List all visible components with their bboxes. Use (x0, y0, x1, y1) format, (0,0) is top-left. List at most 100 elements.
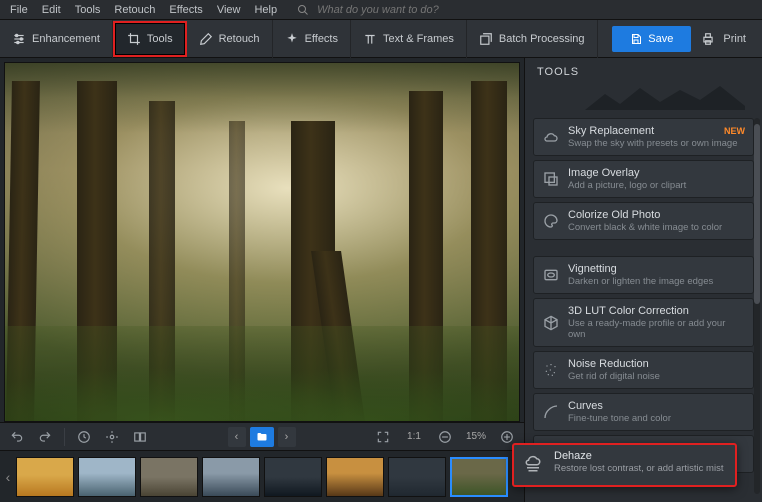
tab-batch[interactable]: Batch Processing (467, 20, 598, 58)
tool-3d-lut[interactable]: 3D LUT Color Correction Use a ready-made… (533, 298, 754, 347)
new-badge: NEW (724, 126, 745, 136)
tool-label: Image Overlay (568, 167, 745, 179)
palette-icon (542, 212, 560, 230)
sliders-icon (12, 32, 26, 46)
tab-tools-label: Tools (147, 33, 173, 45)
compare-button[interactable] (129, 426, 151, 448)
menu-bar: File Edit Tools Retouch Effects View Hel… (0, 0, 762, 20)
filmstrip-prev[interactable]: ‹ (4, 469, 12, 485)
batch-icon (479, 32, 493, 46)
thumbnail[interactable] (202, 457, 260, 497)
tool-desc: Swap the sky with presets or own image (568, 138, 745, 149)
tool-desc: Darken or lighten the image edges (568, 276, 745, 287)
fit-screen-button[interactable] (372, 426, 394, 448)
menu-file[interactable]: File (4, 2, 34, 18)
prev-image-button[interactable]: ‹ (228, 427, 246, 447)
menu-help[interactable]: Help (248, 2, 283, 18)
panel-scrollbar[interactable] (754, 118, 760, 494)
zoom-value: 15% (462, 431, 490, 442)
panel-decor-icon (585, 82, 745, 110)
save-icon (630, 33, 642, 45)
panel-header: TOOLS (525, 58, 762, 114)
save-button[interactable]: Save (612, 26, 691, 52)
brush-icon (199, 32, 213, 46)
history-button[interactable] (73, 426, 95, 448)
crop-icon (127, 32, 141, 46)
search-icon (291, 2, 315, 18)
sparkle-icon (285, 32, 299, 46)
tool-label: Colorize Old Photo (568, 209, 745, 221)
tab-retouch-label: Retouch (219, 33, 260, 45)
tool-desc: Restore lost contrast, or add artistic m… (554, 463, 727, 474)
tab-enhancement-label: Enhancement (32, 33, 100, 45)
tool-label: Curves (568, 400, 745, 412)
tools-panel: TOOLS Sky Replacement NEW Swap the sky wi… (524, 58, 762, 502)
menu-tools[interactable]: Tools (69, 2, 107, 18)
ratio-label[interactable]: 1:1 (400, 431, 428, 442)
tool-noise-reduction[interactable]: Noise Reduction Get rid of digital noise (533, 351, 754, 389)
tool-desc: Add a picture, logo or clipart (568, 180, 745, 191)
undo-button[interactable] (6, 426, 28, 448)
tool-label: Noise Reduction (568, 358, 745, 370)
vignette-icon (542, 266, 560, 284)
thumbnail[interactable] (78, 457, 136, 497)
tab-tools[interactable]: Tools (113, 21, 187, 57)
tab-retouch[interactable]: Retouch (187, 20, 273, 58)
image-canvas[interactable] (4, 62, 520, 422)
print-button[interactable]: Print (701, 32, 746, 46)
tab-enhancement[interactable]: Enhancement (0, 20, 113, 58)
image-content (5, 63, 519, 421)
main-toolbar: Enhancement Tools Retouch Effects Text &… (0, 20, 762, 58)
view-toolbar: ‹ › 1:1 15% (0, 422, 524, 450)
overlay-icon (542, 170, 560, 188)
tool-vignetting[interactable]: Vignetting Darken or lighten the image e… (533, 256, 754, 294)
tool-desc: Fine-tune tone and color (568, 413, 745, 424)
before-after-button[interactable] (101, 426, 123, 448)
thumbnail[interactable] (388, 457, 446, 497)
text-icon (363, 32, 377, 46)
next-image-button[interactable]: › (278, 427, 296, 447)
left-pane: ‹ › 1:1 15% ‹ › (0, 58, 524, 502)
save-button-label: Save (648, 33, 673, 45)
thumbnail-selected[interactable] (450, 457, 508, 497)
tool-dehaze[interactable]: Dehaze Restore lost contrast, or add art… (512, 443, 737, 487)
open-folder-button[interactable] (250, 427, 274, 447)
tool-label: 3D LUT Color Correction (568, 305, 745, 317)
tool-label: Sky Replacement (568, 125, 654, 137)
tab-batch-label: Batch Processing (499, 33, 585, 45)
dehaze-icon (524, 455, 544, 475)
scrollbar-thumb[interactable] (754, 124, 760, 304)
zoom-out-button[interactable] (434, 426, 456, 448)
menu-edit[interactable]: Edit (36, 2, 67, 18)
cloud-icon (542, 128, 560, 146)
search-input[interactable] (317, 4, 457, 16)
tab-text-frames[interactable]: Text & Frames (351, 20, 467, 58)
tool-label: Dehaze (554, 450, 727, 462)
menu-retouch[interactable]: Retouch (108, 2, 161, 18)
tab-text-frames-label: Text & Frames (383, 33, 454, 45)
noise-icon (542, 361, 560, 379)
menu-view[interactable]: View (211, 2, 247, 18)
print-icon (701, 32, 715, 46)
tool-desc: Get rid of digital noise (568, 371, 745, 382)
print-button-label: Print (723, 33, 746, 45)
tool-image-overlay[interactable]: Image Overlay Add a picture, logo or cli… (533, 160, 754, 198)
filmstrip: ‹ › (0, 450, 524, 502)
cube-icon (542, 314, 560, 332)
tool-colorize[interactable]: Colorize Old Photo Convert black & white… (533, 202, 754, 240)
menu-effects[interactable]: Effects (163, 2, 208, 18)
curves-icon (542, 403, 560, 421)
main-area: ‹ › 1:1 15% ‹ › TOOLS (0, 58, 762, 502)
tool-desc: Use a ready-made profile or add your own (568, 318, 745, 340)
thumbnail[interactable] (16, 457, 74, 497)
tool-desc: Convert black & white image to color (568, 222, 745, 233)
panel-title: TOOLS (537, 66, 750, 78)
tool-sky-replacement[interactable]: Sky Replacement NEW Swap the sky with pre… (533, 118, 754, 156)
thumbnail[interactable] (140, 457, 198, 497)
thumbnail[interactable] (326, 457, 384, 497)
tool-curves[interactable]: Curves Fine-tune tone and color (533, 393, 754, 431)
tab-effects[interactable]: Effects (273, 20, 351, 58)
redo-button[interactable] (34, 426, 56, 448)
thumbnail[interactable] (264, 457, 322, 497)
tab-effects-label: Effects (305, 33, 338, 45)
